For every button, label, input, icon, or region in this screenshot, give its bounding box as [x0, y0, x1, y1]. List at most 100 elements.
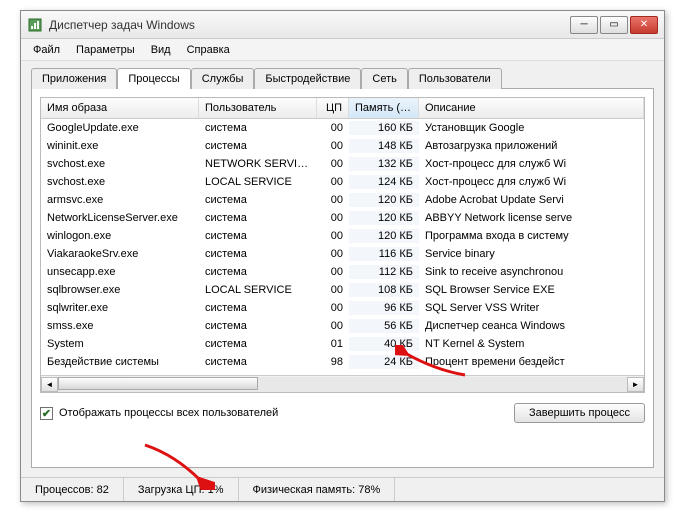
- end-process-button[interactable]: Завершить процесс: [514, 403, 645, 423]
- cell-image: smss.exe: [41, 319, 199, 333]
- cell-image: svchost.exe: [41, 175, 199, 189]
- menu-file[interactable]: Файл: [27, 42, 66, 58]
- cell-user: система: [199, 301, 317, 315]
- table-row[interactable]: Systemсистема0140 КБNT Kernel & System: [41, 335, 644, 353]
- cell-cpu: 98: [317, 355, 349, 369]
- task-manager-window: Диспетчер задач Windows ─ ▭ ✕ Файл Парам…: [20, 10, 665, 502]
- menu-options[interactable]: Параметры: [70, 42, 141, 58]
- table-row[interactable]: winlogon.exeсистема00120 КБПрограмма вхо…: [41, 227, 644, 245]
- column-cpu[interactable]: ЦП: [317, 98, 349, 118]
- cell-cpu: 00: [317, 193, 349, 207]
- cell-user: система: [199, 229, 317, 243]
- cell-image: NetworkLicenseServer.exe: [41, 211, 199, 225]
- tab-users[interactable]: Пользователи: [408, 68, 502, 89]
- tab-strip: Приложения Процессы Службы Быстродействи…: [21, 61, 664, 88]
- cell-image: wininit.exe: [41, 139, 199, 153]
- scroll-thumb[interactable]: [58, 377, 258, 390]
- cell-memory: 116 КБ: [349, 247, 419, 261]
- column-user[interactable]: Пользователь: [199, 98, 317, 118]
- cell-cpu: 00: [317, 139, 349, 153]
- cell-image: unsecapp.exe: [41, 265, 199, 279]
- table-row[interactable]: Бездействие системысистема9824 КБПроцент…: [41, 353, 644, 371]
- cell-image: GoogleUpdate.exe: [41, 121, 199, 135]
- cell-description: Установщик Google: [419, 121, 644, 135]
- column-memory[interactable]: Память (ч...: [349, 98, 419, 118]
- checkbox-label: Отображать процессы всех пользователей: [59, 407, 278, 419]
- cell-user: система: [199, 265, 317, 279]
- scroll-right-button[interactable]: ►: [627, 377, 644, 392]
- cell-description: ABBYY Network license serve: [419, 211, 644, 225]
- close-button[interactable]: ✕: [630, 16, 658, 34]
- menu-view[interactable]: Вид: [145, 42, 177, 58]
- tab-services[interactable]: Службы: [191, 68, 255, 89]
- cell-cpu: 00: [317, 247, 349, 261]
- table-row[interactable]: svchost.exeNETWORK SERVICE00132 КБХост-п…: [41, 155, 644, 173]
- cell-image: svchost.exe: [41, 157, 199, 171]
- cell-description: SQL Browser Service EXE: [419, 283, 644, 297]
- cell-cpu: 00: [317, 157, 349, 171]
- cell-image: Бездействие системы: [41, 355, 199, 369]
- table-row[interactable]: wininit.exeсистема00148 КБАвтозагрузка п…: [41, 137, 644, 155]
- table-row[interactable]: ViakaraokeSrv.exeсистема00116 КБService …: [41, 245, 644, 263]
- table-row[interactable]: unsecapp.exeсистема00112 КБSink to recei…: [41, 263, 644, 281]
- menu-help[interactable]: Справка: [181, 42, 236, 58]
- table-row[interactable]: sqlbrowser.exeLOCAL SERVICE00108 КБSQL B…: [41, 281, 644, 299]
- scroll-track[interactable]: [58, 377, 627, 392]
- cell-memory: 148 КБ: [349, 139, 419, 153]
- checkbox-box-icon: ✔: [40, 407, 53, 420]
- table-row[interactable]: sqlwriter.exeсистема0096 КБSQL Server VS…: [41, 299, 644, 317]
- cell-cpu: 00: [317, 229, 349, 243]
- titlebar[interactable]: Диспетчер задач Windows ─ ▭ ✕: [21, 11, 664, 39]
- show-all-users-checkbox[interactable]: ✔ Отображать процессы всех пользователей: [40, 407, 278, 420]
- table-row[interactable]: smss.exeсистема0056 КБДиспетчер сеанса W…: [41, 317, 644, 335]
- cell-user: NETWORK SERVICE: [199, 157, 317, 171]
- cell-memory: 132 КБ: [349, 157, 419, 171]
- status-cpu: Загрузка ЦП: 1%: [124, 478, 239, 501]
- window-title: Диспетчер задач Windows: [49, 18, 570, 32]
- cell-user: система: [199, 121, 317, 135]
- cell-user: система: [199, 211, 317, 225]
- horizontal-scrollbar[interactable]: ◄ ►: [41, 375, 644, 392]
- minimize-button[interactable]: ─: [570, 16, 598, 34]
- cell-description: Автозагрузка приложений: [419, 139, 644, 153]
- column-description[interactable]: Описание: [419, 98, 644, 118]
- cell-image: sqlwriter.exe: [41, 301, 199, 315]
- tab-applications[interactable]: Приложения: [31, 68, 117, 89]
- app-icon: [27, 17, 43, 33]
- cell-description: Хост-процесс для служб Wi: [419, 175, 644, 189]
- maximize-button[interactable]: ▭: [600, 16, 628, 34]
- cell-memory: 120 КБ: [349, 193, 419, 207]
- tab-panel-processes: Имя образа Пользователь ЦП Память (ч... …: [31, 88, 654, 468]
- cell-memory: 40 КБ: [349, 337, 419, 351]
- table-row[interactable]: NetworkLicenseServer.exeсистема00120 КБA…: [41, 209, 644, 227]
- cell-description: Adobe Acrobat Update Servi: [419, 193, 644, 207]
- tab-network[interactable]: Сеть: [361, 68, 407, 89]
- cell-memory: 112 КБ: [349, 265, 419, 279]
- cell-user: система: [199, 319, 317, 333]
- cell-description: Sink to receive asynchronou: [419, 265, 644, 279]
- table-row[interactable]: armsvc.exeсистема00120 КБAdobe Acrobat U…: [41, 191, 644, 209]
- tab-performance[interactable]: Быстродействие: [254, 68, 361, 89]
- column-image-name[interactable]: Имя образа: [41, 98, 199, 118]
- cell-description: Программа входа в систему: [419, 229, 644, 243]
- cell-cpu: 00: [317, 175, 349, 189]
- status-memory: Физическая память: 78%: [239, 478, 396, 501]
- scroll-left-button[interactable]: ◄: [41, 377, 58, 392]
- cell-description: Диспетчер сеанса Windows: [419, 319, 644, 333]
- table-body[interactable]: GoogleUpdate.exeсистема00160 КБУстановщи…: [41, 119, 644, 375]
- table-row[interactable]: GoogleUpdate.exeсистема00160 КБУстановщи…: [41, 119, 644, 137]
- cell-memory: 56 КБ: [349, 319, 419, 333]
- cell-description: Service binary: [419, 247, 644, 261]
- table-row[interactable]: svchost.exeLOCAL SERVICE00124 КБХост-про…: [41, 173, 644, 191]
- cell-description: Процент времени бездейст: [419, 355, 644, 369]
- cell-memory: 24 КБ: [349, 355, 419, 369]
- cell-memory: 108 КБ: [349, 283, 419, 297]
- cell-description: Хост-процесс для служб Wi: [419, 157, 644, 171]
- cell-cpu: 00: [317, 121, 349, 135]
- cell-memory: 120 КБ: [349, 211, 419, 225]
- cell-cpu: 00: [317, 319, 349, 333]
- tab-processes[interactable]: Процессы: [117, 68, 190, 89]
- cell-image: System: [41, 337, 199, 351]
- cell-image: ViakaraokeSrv.exe: [41, 247, 199, 261]
- cell-cpu: 01: [317, 337, 349, 351]
